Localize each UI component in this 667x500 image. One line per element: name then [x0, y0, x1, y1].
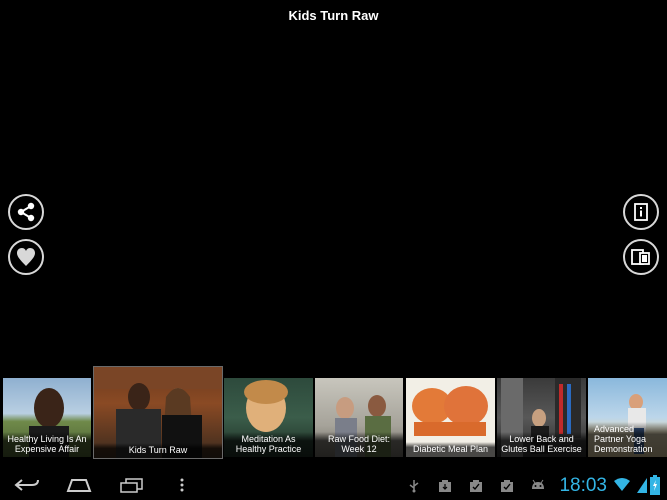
back-icon — [14, 479, 39, 491]
info-button[interactable] — [623, 194, 659, 230]
thumbnail-caption: Healthy Living Is An Expensive Affair — [3, 432, 91, 457]
thumbnail-caption: Meditation As Healthy Practice — [224, 432, 313, 457]
video-thumbnail-strip: Healthy Living Is An Expensive Affair Ki… — [0, 366, 667, 468]
menu-button[interactable] — [178, 477, 186, 498]
task-done-icon — [469, 479, 483, 498]
recent-apps-button[interactable] — [118, 477, 144, 498]
share-icon — [17, 202, 35, 222]
home-button[interactable] — [66, 477, 92, 498]
heart-icon — [17, 248, 35, 266]
thumbnail-item[interactable]: Diabetic Meal Plan — [406, 378, 495, 457]
thumbnail-item[interactable]: Healthy Living Is An Expensive Affair — [3, 378, 91, 457]
share-button[interactable] — [8, 194, 44, 230]
wifi-icon — [614, 478, 630, 497]
second-screen-icon — [631, 249, 650, 265]
signal-icon — [636, 476, 648, 499]
page-title: Kids Turn Raw — [288, 8, 379, 23]
usb-icon — [408, 479, 420, 498]
info-icon — [634, 203, 648, 221]
thumbnail-item[interactable]: Lower Back and Glutes Ball Exercise — [497, 378, 586, 457]
cast-button[interactable] — [623, 239, 659, 275]
battery-charging-icon — [650, 475, 660, 500]
thumbnail-item[interactable]: Meditation As Healthy Practice — [224, 378, 313, 457]
home-icon — [66, 479, 92, 492]
task-done-icon-2 — [500, 479, 514, 498]
thumbnail-caption: Diabetic Meal Plan — [406, 442, 495, 457]
thumbnail-caption: Lower Back and Glutes Ball Exercise — [497, 432, 586, 457]
thumbnail-item[interactable]: Raw Food Diet: Week 12 — [315, 378, 403, 457]
thumbnail-caption: Kids Turn Raw — [94, 443, 222, 458]
back-button[interactable] — [14, 477, 40, 498]
android-icon — [530, 479, 546, 498]
thumbnail-caption: Advanced Partner Yoga Demonstration — [588, 422, 667, 457]
overflow-menu-icon — [180, 478, 184, 492]
status-clock: 18:03 — [559, 475, 607, 496]
recent-apps-icon — [120, 478, 143, 493]
favorite-button[interactable] — [8, 239, 44, 275]
thumbnail-item-selected[interactable]: Kids Turn Raw — [93, 366, 223, 459]
system-bar: 18:03 — [0, 470, 667, 500]
download-notification-icon — [438, 479, 452, 498]
thumbnail-caption: Raw Food Diet: Week 12 — [315, 432, 403, 457]
thumbnail-item[interactable]: Advanced Partner Yoga Demonstration — [588, 378, 667, 457]
